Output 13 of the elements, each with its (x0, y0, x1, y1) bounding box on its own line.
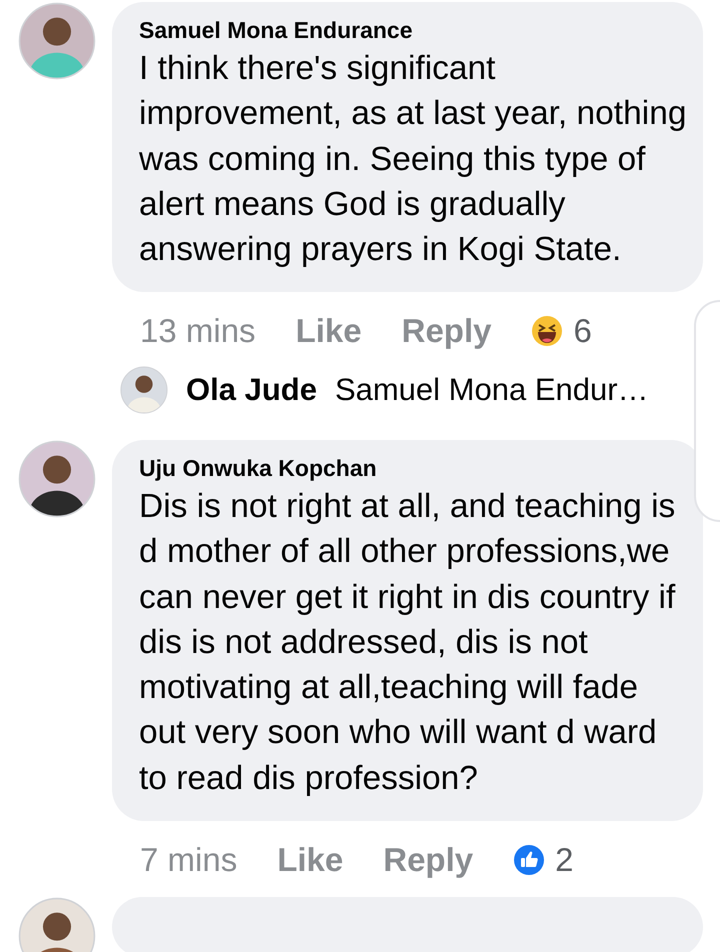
author-name[interactable]: Uju Onwuka Kopchan (139, 454, 377, 482)
timestamp: 13 mins (140, 311, 256, 352)
author-name[interactable]: Samuel Mona Endurance (139, 16, 413, 44)
reaction-count: 2 (555, 840, 574, 880)
reply-author[interactable]: Ola Jude (186, 366, 317, 414)
avatar-icon[interactable] (18, 896, 96, 952)
comment-text: Dis is not right at all, and teaching is d mother of all other professions,we can never get it right in dis country if dis is not addressed, dis is not motivating at all,teaching will fade out very soon who will want d ward to read dis profession? (139, 486, 676, 799)
reply-preview[interactable]: Samuel Mona Endur… (334, 366, 649, 414)
laughing-emoji-icon (531, 315, 564, 348)
thumbs-up-icon (513, 844, 546, 876)
timestamp: 7 mins (140, 840, 238, 880)
comment-text: I think there's significant improvement, as at last year, nothing was coming in. Seeing this type of alert means God is gradually answering prayers in Kogi State. (139, 49, 688, 270)
reaction-count: 6 (573, 311, 592, 352)
